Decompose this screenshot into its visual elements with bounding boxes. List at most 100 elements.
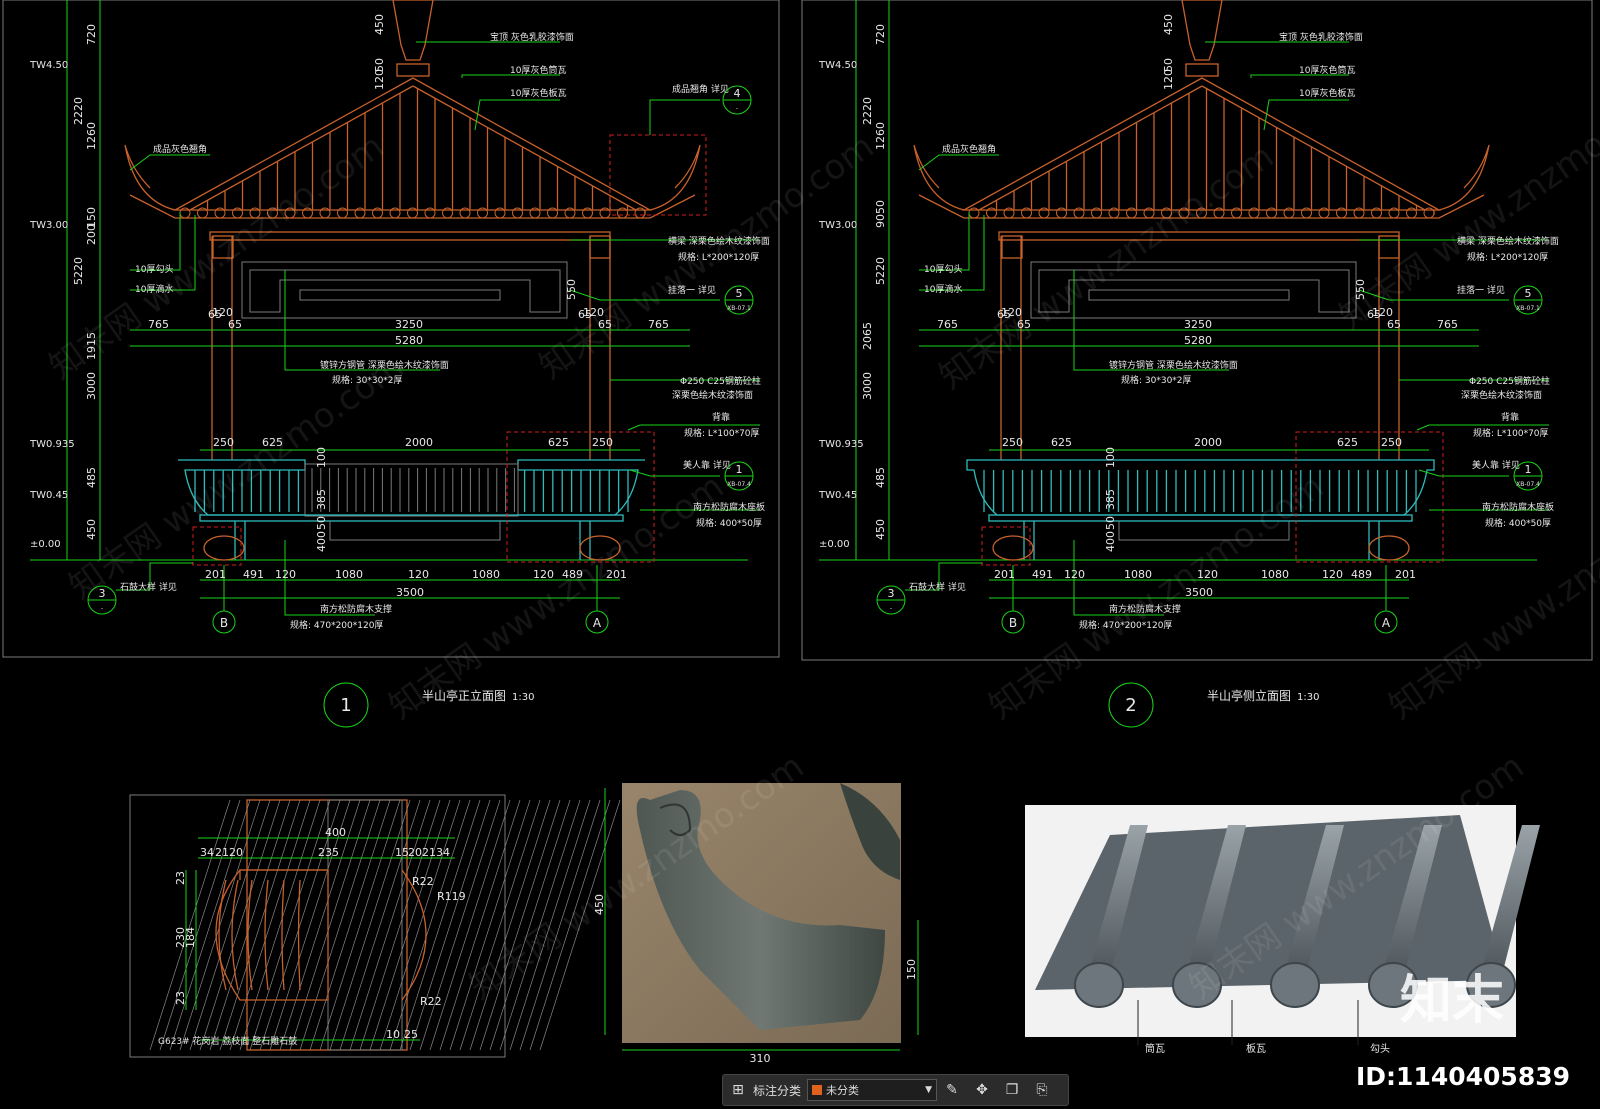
support-note: 规格: 470*200*120厚 (1079, 619, 1172, 631)
category-swatch (812, 1085, 823, 1095)
structure-note: 背靠 (1501, 411, 1519, 423)
structure-note: 规格: L*100*70厚 (1473, 427, 1549, 439)
drum-note: 石鼓大样 详见 (120, 581, 177, 593)
grid-icon[interactable]: ⊞ (727, 1079, 749, 1101)
callout-sheet: XB-07.1 (1516, 305, 1540, 312)
base-dimension: 120 (1322, 568, 1343, 581)
base-dimension: 201 (606, 568, 627, 581)
level-mark: ±0.00 (819, 539, 850, 550)
structure-note: 南方松防腐木座板 (693, 501, 765, 513)
bench-vertical-dimension: 550 (565, 279, 578, 300)
view-number: 2 (1125, 695, 1136, 716)
tile-label: 筒瓦 (1145, 1042, 1165, 1055)
bench-vertical-dimension: 50 (315, 516, 328, 530)
watermark-text: 知末网 www.znzmo.com (1332, 76, 1600, 337)
vertical-dimension: 720 (874, 24, 887, 45)
base-dimension: 489 (562, 568, 583, 581)
total-dimension: 3500 (396, 586, 424, 599)
drum-dimension: 21 (215, 846, 229, 859)
horizontal-dimension: 3250 (395, 318, 423, 331)
copy-icon[interactable]: ❐ (1001, 1079, 1023, 1101)
category-select-value: 未分类 (826, 1084, 860, 1097)
bench-dimension: 2000 (1194, 436, 1222, 449)
level-mark: TW0.935 (29, 439, 75, 450)
vertical-dimension: 450 (1162, 14, 1175, 35)
bench-dimension: 250 (213, 436, 234, 449)
vertical-dimension: 200 (85, 224, 98, 245)
bench-vertical-dimension: 550 (1354, 279, 1367, 300)
tile-label: 勾头 (1370, 1042, 1390, 1055)
structure-note: 南方松防腐木座板 (1482, 501, 1554, 513)
structure-note: 规格: 400*50厚 (1485, 517, 1551, 529)
ornament-dimension: 450 (593, 894, 606, 915)
drum-dimension: 15 (395, 846, 409, 859)
vertical-dimension: 1915 (85, 332, 98, 360)
callout-number: 1 (736, 463, 743, 476)
callout-number: 3 (99, 587, 106, 600)
drum-dimension: 10 (386, 1028, 400, 1041)
horizontal-dimension: 65 (1387, 318, 1401, 331)
vertical-dimension: 1260 (874, 122, 887, 150)
level-mark: TW0.45 (29, 490, 68, 501)
radius-label: R22 (412, 875, 434, 888)
bench-dimension: 2000 (405, 436, 433, 449)
level-mark: TW0.45 (818, 490, 857, 501)
base-dimension: 120 (1197, 568, 1218, 581)
callout-number: 4 (734, 87, 741, 100)
bench-dimension: 250 (1002, 436, 1023, 449)
drum-dimension: 23 (174, 991, 187, 1005)
total-dimension: 3500 (1185, 586, 1213, 599)
callout-sheet: XB-07.4 (1516, 481, 1540, 488)
horizontal-dimension: 65 (598, 318, 612, 331)
base-dimension: 201 (994, 568, 1015, 581)
callout-sheet: XB-07.4 (727, 481, 751, 488)
chevron-down-icon: ▼ (925, 1085, 933, 1095)
tube-note: 镀锌方钢管 深栗色绘木纹漆饰面 (1109, 359, 1238, 371)
bench-dimension: 625 (548, 436, 569, 449)
vertical-dimension: 5220 (72, 257, 85, 285)
eave-note: 10厚勾头 (135, 263, 173, 275)
structure-note: 深栗色绘木纹漆饰面 (672, 389, 753, 401)
move-icon[interactable]: ✥ (971, 1079, 993, 1101)
base-dimension: 1080 (1124, 568, 1152, 581)
base-dimension: 120 (533, 568, 554, 581)
horizontal-dimension: 120 (1372, 306, 1393, 319)
bench-dimension: 625 (1337, 436, 1358, 449)
bench-dimension: 250 (1381, 436, 1402, 449)
vertical-dimension: 9050 (874, 200, 887, 228)
view-title: 半山亭正立面图 (422, 688, 506, 703)
total-dimension: 5280 (395, 334, 423, 347)
roof-note: 宝顶 灰色乳胶漆饰面 (490, 31, 574, 43)
structure-note: 横梁 深栗色绘木纹漆饰面 (1457, 235, 1559, 247)
view-number: 1 (340, 695, 351, 716)
level-mark: TW0.935 (818, 439, 864, 450)
horizontal-dimension: 120 (212, 306, 233, 319)
structure-note: 背靠 (712, 411, 730, 423)
structure-note: 挂落一 详见 (668, 284, 716, 296)
axis-label: A (593, 616, 602, 630)
vertical-dimension: 1260 (85, 122, 98, 150)
roof-note: 成品翘角 详见 (672, 83, 729, 95)
horizontal-dimension: 65 (228, 318, 242, 331)
base-dimension: 491 (1032, 568, 1053, 581)
vertical-dimension: 3000 (861, 372, 874, 400)
photo-corner-ornament (604, 783, 919, 1051)
base-dimension: 1080 (335, 568, 363, 581)
eave-note: 10厚滴水 (924, 283, 962, 295)
ornament-dimension: 310 (750, 1052, 771, 1065)
vertical-dimension: 450 (874, 519, 887, 540)
paste-icon[interactable]: ⎘ (1031, 1079, 1053, 1101)
level-mark: TW4.50 (29, 60, 68, 71)
vertical-dimension: 2220 (861, 97, 874, 125)
structure-note: 横梁 深栗色绘木纹漆饰面 (668, 235, 770, 247)
edit-icon[interactable]: ✎ (941, 1079, 963, 1101)
bench-vertical-dimension: 385 (1104, 489, 1117, 510)
structure-note: 美人靠 详见 (683, 459, 731, 471)
horizontal-dimension: 765 (148, 318, 169, 331)
category-select[interactable]: 未分类 ▼ (807, 1079, 938, 1101)
tube-note: 规格: 30*30*2厚 (1121, 374, 1192, 386)
annotation-toolbar: ⊞ 标注分类 未分类 ▼ ✎ ✥ ❐ ⎘ (722, 1074, 1069, 1106)
bench-vertical-dimension: 400 (1104, 531, 1117, 552)
level-mark: TW3.00 (818, 220, 857, 231)
brand-logo: 知末 (1400, 971, 1505, 1031)
